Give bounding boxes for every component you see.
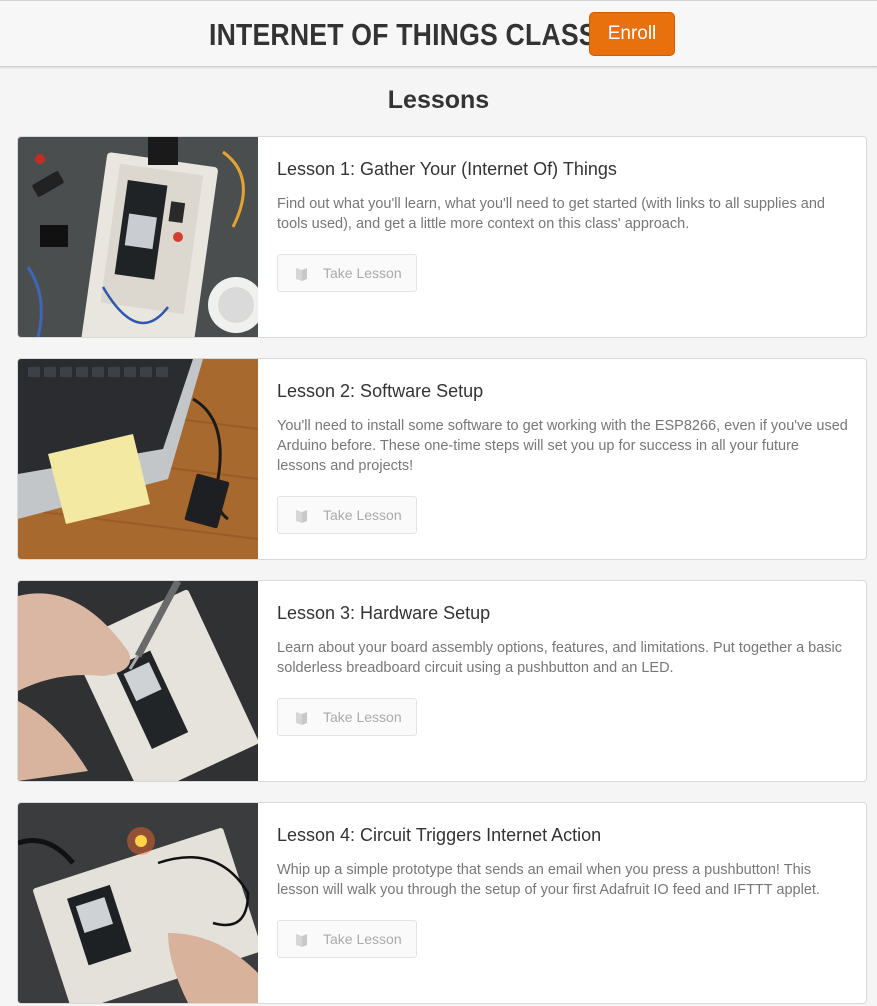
lesson-1-take-lesson-button[interactable]: Take Lesson — [277, 254, 417, 292]
take-lesson-label: Take Lesson — [323, 265, 402, 281]
book-icon — [296, 712, 307, 725]
lessons-heading: Lessons — [387, 86, 490, 114]
lesson-card-1[interactable]: Lesson 1: Gather Your (Internet Of) Thin… — [17, 136, 867, 338]
class-title: INTERNET OF THINGS CLASS — [209, 17, 597, 52]
lesson-4-description: Whip up a simple prototype that sends an… — [277, 862, 820, 898]
lesson-1-description: Find out what you'll learn, what you'll … — [277, 196, 825, 232]
lesson-1-title[interactable]: Lesson 1: Gather Your (Internet Of) Thin… — [277, 159, 617, 180]
take-lesson-label: Take Lesson — [323, 507, 402, 523]
lesson-card-3[interactable]: Lesson 3: Hardware Setup Learn about you… — [17, 580, 867, 782]
lesson-2-thumbnail[interactable] — [18, 359, 258, 559]
lesson-4-thumbnail[interactable] — [18, 803, 258, 1003]
enroll-button[interactable]: Enroll — [589, 12, 675, 56]
lesson-4-take-lesson-button[interactable]: Take Lesson — [277, 920, 417, 958]
lesson-card-2[interactable]: Lesson 2: Software Setup You'll need to … — [17, 358, 867, 560]
book-icon — [296, 268, 307, 281]
lesson-2-description: You'll need to install some software to … — [277, 418, 848, 474]
lesson-3-take-lesson-button[interactable]: Take Lesson — [277, 698, 417, 736]
lesson-3-description: Learn about your board assembly options,… — [277, 640, 843, 676]
top-bar: INTERNET OF THINGS CLASS Enroll — [0, 0, 877, 67]
lesson-3-thumbnail[interactable] — [18, 581, 258, 781]
lesson-4-title[interactable]: Lesson 4: Circuit Triggers Internet Acti… — [277, 825, 601, 846]
book-icon — [296, 510, 307, 523]
book-icon — [296, 934, 307, 947]
lesson-1-thumbnail[interactable] — [18, 137, 258, 337]
take-lesson-label: Take Lesson — [323, 931, 402, 947]
lesson-card-4[interactable]: Lesson 4: Circuit Triggers Internet Acti… — [17, 802, 867, 1004]
lesson-2-title[interactable]: Lesson 2: Software Setup — [277, 381, 483, 402]
lesson-3-title[interactable]: Lesson 3: Hardware Setup — [277, 603, 490, 624]
lesson-2-take-lesson-button[interactable]: Take Lesson — [277, 496, 417, 534]
take-lesson-label: Take Lesson — [323, 709, 402, 725]
